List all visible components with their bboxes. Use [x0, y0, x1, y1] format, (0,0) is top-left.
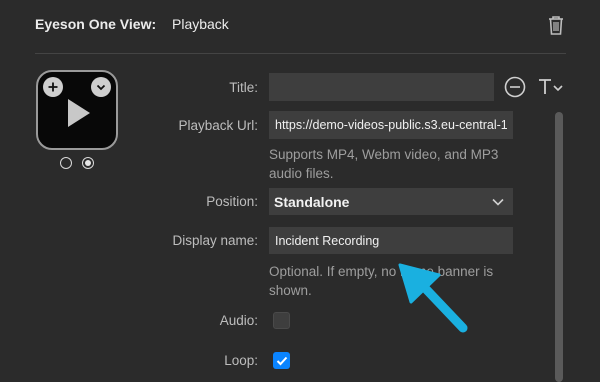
position-label: Position:: [206, 194, 258, 209]
audio-label: Audio:: [219, 313, 258, 328]
playback-url-input[interactable]: [269, 111, 513, 139]
loop-checkbox[interactable]: [273, 352, 290, 369]
link-icon[interactable]: [503, 76, 527, 103]
position-selected-value: Standalone: [274, 193, 350, 210]
display-name-hint: Optional. If empty, no name banner is sh…: [269, 264, 494, 298]
audio-checkbox[interactable]: [273, 312, 290, 329]
section-title: Playback: [172, 16, 229, 32]
app-title: Eyeson One View:: [35, 16, 157, 32]
header-divider: [35, 53, 566, 54]
text-format-icon[interactable]: [537, 77, 565, 102]
playback-url-hint: Supports MP4, Webm video, and MP3 audio …: [269, 147, 499, 181]
page-radio-2[interactable]: [82, 157, 94, 169]
annotation-arrow: [395, 255, 475, 340]
chevron-down-icon: [492, 198, 504, 206]
display-name-input[interactable]: [269, 227, 513, 254]
position-select[interactable]: Standalone: [269, 188, 513, 215]
title-label: Title:: [229, 80, 258, 95]
playback-url-label: Playback Url:: [178, 118, 258, 133]
trash-icon[interactable]: [546, 14, 566, 36]
checkmark-icon: [276, 356, 287, 365]
display-name-label: Display name:: [172, 233, 258, 248]
page-radio-1[interactable]: [60, 157, 72, 169]
loop-label: Loop:: [224, 353, 258, 368]
title-input[interactable]: [269, 73, 494, 101]
scrollbar[interactable]: [555, 112, 563, 382]
